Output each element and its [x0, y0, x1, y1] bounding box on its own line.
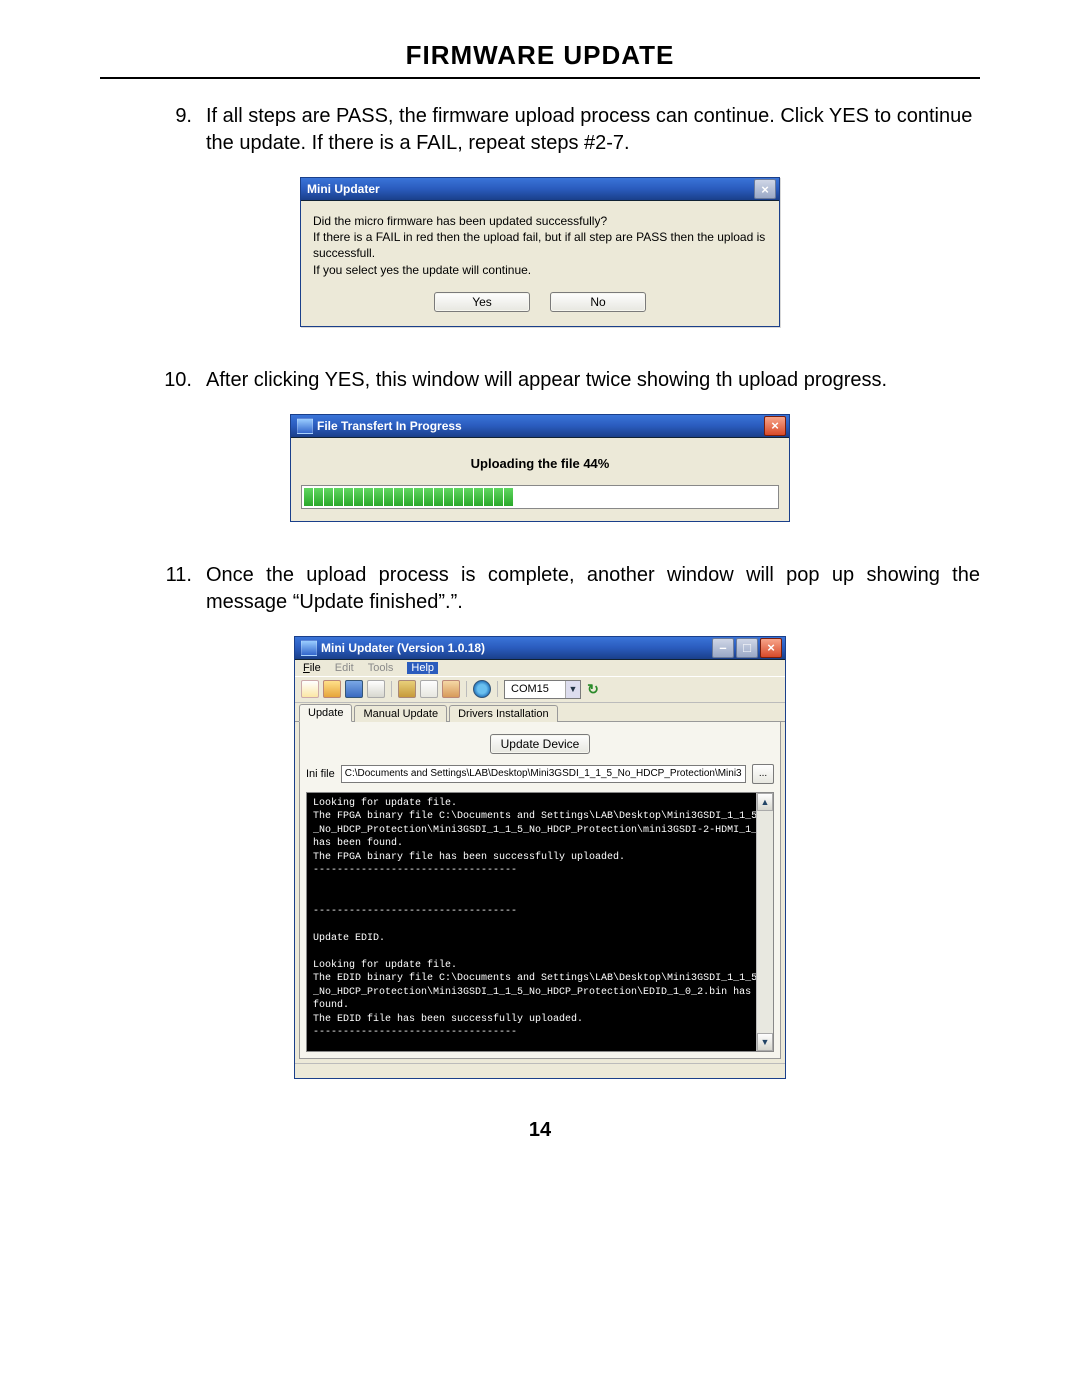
confirm-line-1: Did the micro firmware has been updated …	[313, 213, 767, 229]
chevron-down-icon[interactable]: ▼	[565, 681, 580, 698]
progress-message: Uploading the file 44%	[301, 456, 779, 471]
step-9: 9. If all steps are PASS, the firmware u…	[150, 103, 980, 157]
progress-segment	[464, 488, 473, 506]
copy-icon[interactable]	[420, 680, 438, 698]
step-10-text: After clicking YES, this window will app…	[206, 367, 980, 394]
confirm-dialog-titlebar: Mini Updater ×	[301, 178, 779, 201]
maximize-icon[interactable]: □	[736, 638, 758, 658]
progress-segment	[384, 488, 393, 506]
progress-segment	[364, 488, 373, 506]
app-icon	[297, 418, 313, 434]
app-title: Mini Updater (Version 1.0.18)	[321, 641, 485, 655]
ini-file-label: Ini file	[306, 768, 335, 780]
progress-segment	[374, 488, 383, 506]
progress-segment	[334, 488, 343, 506]
progress-segment	[344, 488, 353, 506]
menu-help[interactable]: Help	[407, 662, 438, 674]
confirm-line-3: If you select yes the update will contin…	[313, 262, 767, 278]
page-title: FIRMWARE UPDATE	[100, 40, 980, 71]
open-icon[interactable]	[323, 680, 341, 698]
menu-tools: Tools	[368, 662, 394, 674]
toolbar-separator	[391, 681, 392, 697]
step-10-number: 10.	[150, 367, 206, 394]
progress-segment	[444, 488, 453, 506]
cut-icon[interactable]	[398, 680, 416, 698]
step-9-text: If all steps are PASS, the firmware uplo…	[206, 103, 980, 157]
confirm-line-2: If there is a FAIL in red then the uploa…	[313, 229, 767, 261]
title-rule	[100, 77, 980, 79]
tab-drivers-installation[interactable]: Drivers Installation	[449, 705, 557, 722]
progress-segment	[434, 488, 443, 506]
confirm-dialog-body: Did the micro firmware has been updated …	[301, 201, 779, 284]
confirm-dialog: Mini Updater × Did the micro firmware ha…	[300, 177, 780, 327]
tab-bar: Update Manual Update Drivers Installatio…	[295, 703, 785, 722]
status-bar	[295, 1063, 785, 1078]
progress-segment	[484, 488, 493, 506]
close-icon[interactable]: ×	[760, 638, 782, 658]
console-area: Looking for update file. The FPGA binary…	[306, 792, 774, 1052]
update-device-button[interactable]: Update Device	[490, 734, 591, 754]
progress-segment	[494, 488, 503, 506]
print-icon[interactable]	[367, 680, 385, 698]
com-port-select[interactable]: COM15 ▼	[504, 680, 581, 699]
app-titlebar: Mini Updater (Version 1.0.18) – □ ×	[295, 637, 785, 660]
menubar: File Edit Tools Help	[295, 660, 785, 676]
close-icon[interactable]: ×	[754, 179, 776, 199]
progress-segment	[314, 488, 323, 506]
tab-update[interactable]: Update	[299, 704, 352, 722]
progress-dialog-title: File Transfert In Progress	[317, 419, 462, 433]
progress-dialog-titlebar: File Transfert In Progress ×	[291, 415, 789, 438]
progress-segment	[404, 488, 413, 506]
progress-segment	[394, 488, 403, 506]
yes-button[interactable]: Yes	[434, 292, 530, 312]
app-window: Mini Updater (Version 1.0.18) – □ × File…	[294, 636, 786, 1079]
progress-segment	[424, 488, 433, 506]
scroll-up-icon[interactable]: ▲	[757, 793, 773, 811]
update-panel: Update Device Ini file ... Looking for u…	[299, 722, 781, 1059]
toolbar-separator	[497, 681, 498, 697]
progress-segment	[454, 488, 463, 506]
progress-segment	[414, 488, 423, 506]
menu-edit: Edit	[335, 662, 354, 674]
vertical-scrollbar[interactable]: ▲ ▼	[756, 793, 773, 1051]
toolbar: COM15 ▼ ↻	[295, 676, 785, 703]
paste-icon[interactable]	[442, 680, 460, 698]
save-icon[interactable]	[345, 680, 363, 698]
toolbar-separator	[466, 681, 467, 697]
progress-dialog: File Transfert In Progress × Uploading t…	[290, 414, 790, 522]
minimize-icon[interactable]: –	[712, 638, 734, 658]
progress-segment	[304, 488, 313, 506]
progress-segment	[324, 488, 333, 506]
progress-segment	[354, 488, 363, 506]
menu-file[interactable]: File	[303, 662, 321, 674]
progress-segment	[504, 488, 513, 506]
com-port-value: COM15	[505, 683, 565, 695]
refresh-icon[interactable]: ↻	[585, 681, 601, 697]
console-output: Looking for update file. The FPGA binary…	[307, 793, 756, 1051]
app-icon	[301, 640, 317, 656]
tab-manual-update[interactable]: Manual Update	[354, 705, 447, 722]
ini-file-input[interactable]	[341, 765, 746, 783]
confirm-dialog-title: Mini Updater	[307, 182, 380, 196]
step-11-text: Once the upload process is complete, ano…	[206, 562, 980, 616]
no-button[interactable]: No	[550, 292, 646, 312]
step-9-number: 9.	[150, 103, 206, 157]
help-icon[interactable]	[473, 680, 491, 698]
browse-button[interactable]: ...	[752, 764, 774, 784]
step-11-number: 11.	[150, 562, 206, 616]
page-number: 14	[100, 1119, 980, 1142]
close-icon[interactable]: ×	[764, 416, 786, 436]
progress-bar	[301, 485, 779, 509]
step-10: 10. After clicking YES, this window will…	[150, 367, 980, 394]
progress-segment	[474, 488, 483, 506]
step-11: 11. Once the upload process is complete,…	[150, 562, 980, 616]
new-icon[interactable]	[301, 680, 319, 698]
scroll-down-icon[interactable]: ▼	[757, 1033, 773, 1051]
